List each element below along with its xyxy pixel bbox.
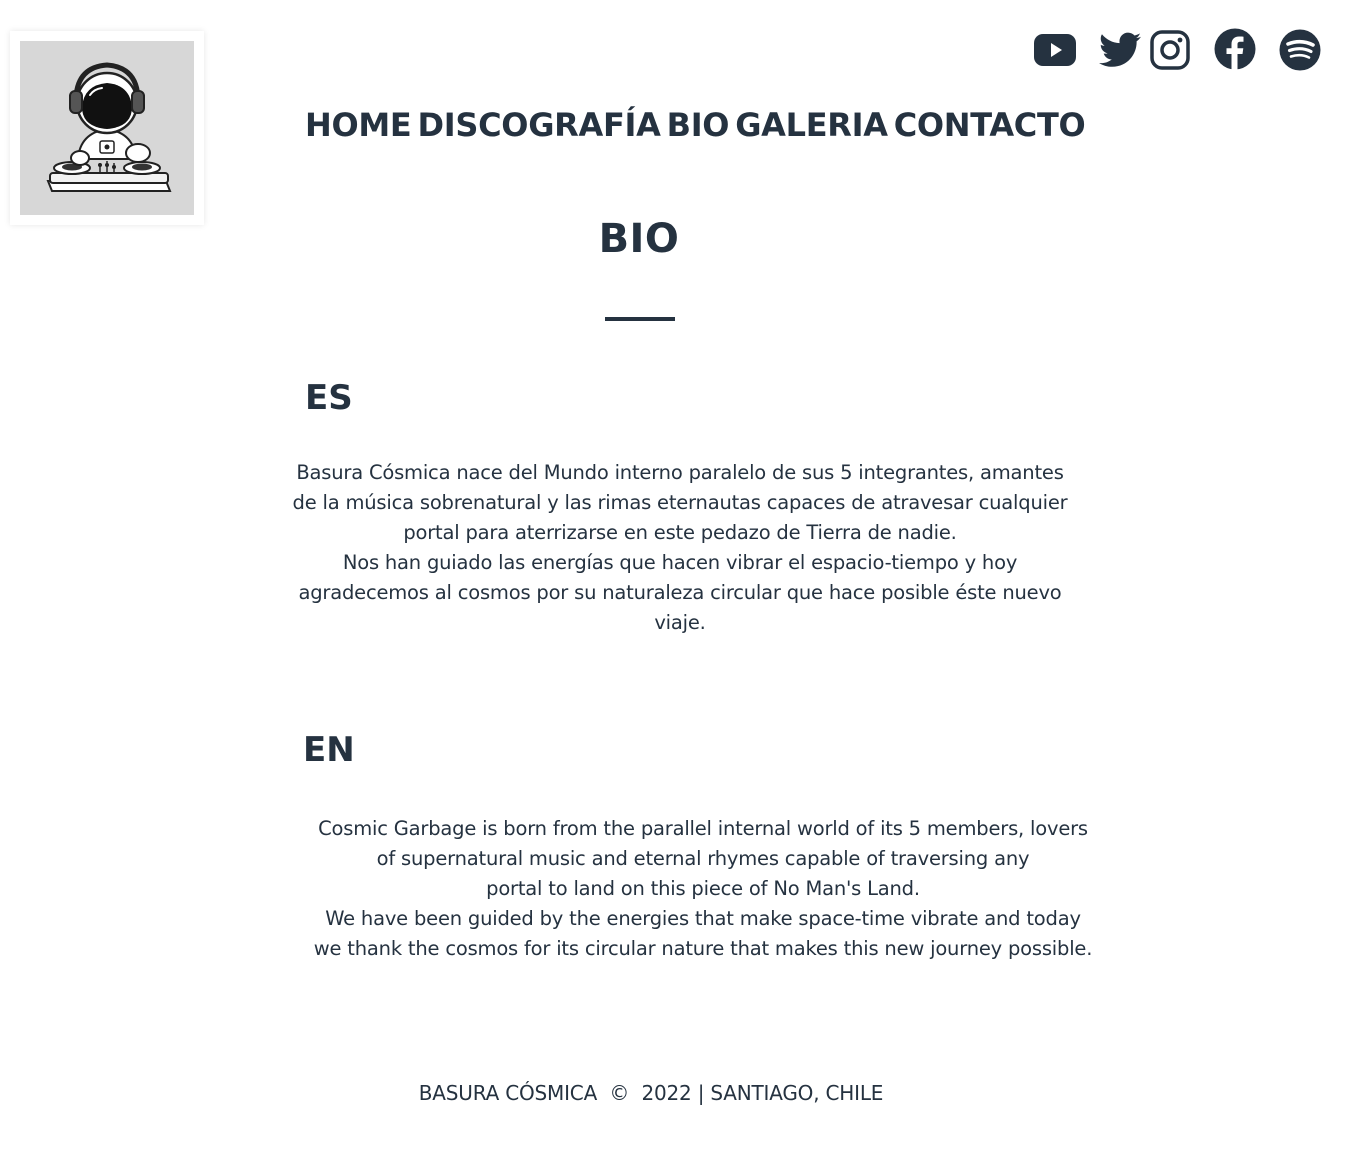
astronaut-dj-logo-image xyxy=(20,41,194,215)
en-bio-text: Cosmic Garbage is born from the parallel… xyxy=(313,817,1093,960)
youtube-icon[interactable] xyxy=(1034,34,1076,78)
es-heading: ES xyxy=(305,378,353,418)
social-links xyxy=(1030,28,1330,74)
nav-galeria[interactable]: GALERIA xyxy=(735,106,888,144)
facebook-icon[interactable] xyxy=(1214,28,1256,72)
nav-home[interactable]: HOME xyxy=(305,106,412,144)
title-divider xyxy=(605,317,675,321)
instagram-icon[interactable] xyxy=(1150,30,1190,74)
nav-contacto[interactable]: CONTACTO xyxy=(894,106,1086,144)
page-title: BIO xyxy=(598,216,680,262)
site-logo[interactable] xyxy=(10,31,204,225)
main-nav: HOME DISCOGRAFÍA BIO GALERIA CONTACTO xyxy=(305,106,1086,144)
es-bio-text: Basura Cósmica nace del Mundo interno pa… xyxy=(292,461,1068,634)
twitter-icon[interactable] xyxy=(1099,32,1141,76)
nav-discografia[interactable]: DISCOGRAFÍA xyxy=(418,106,661,144)
footer-text: BASURA CÓSMICA © 2022 | SANTIAGO, CHILE xyxy=(418,1081,884,1105)
en-heading: EN xyxy=(303,730,355,770)
spotify-icon[interactable] xyxy=(1279,29,1321,73)
nav-bio[interactable]: BIO xyxy=(667,106,730,144)
page: HOME DISCOGRAFÍA BIO GALERIA CONTACTO BIO ES… xyxy=(0,0,1350,1155)
